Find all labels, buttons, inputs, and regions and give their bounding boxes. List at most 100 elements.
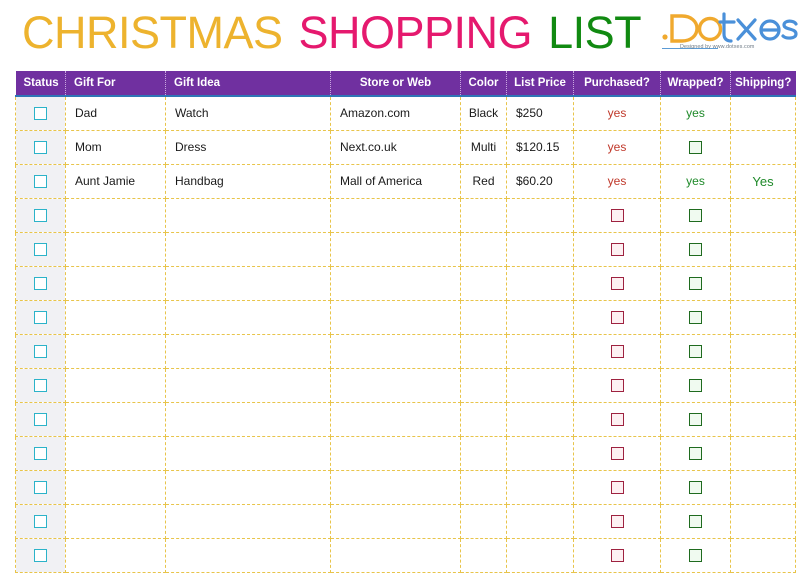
cell-store[interactable]: Amazon.com bbox=[330, 96, 461, 131]
cell-wrapped[interactable] bbox=[660, 232, 731, 267]
cell-purchased[interactable] bbox=[573, 300, 661, 335]
cell-color[interactable] bbox=[460, 266, 507, 301]
cell-status[interactable] bbox=[15, 300, 66, 335]
cell-color[interactable] bbox=[460, 504, 507, 539]
wrapped-checkbox[interactable] bbox=[689, 379, 702, 393]
cell-list-price[interactable] bbox=[506, 504, 574, 539]
wrapped-checkbox[interactable] bbox=[689, 243, 702, 257]
cell-wrapped[interactable] bbox=[660, 368, 731, 403]
cell-status[interactable] bbox=[15, 504, 66, 539]
cell-color[interactable] bbox=[460, 232, 507, 267]
cell-gift-for[interactable] bbox=[65, 334, 166, 369]
cell-store[interactable] bbox=[330, 266, 461, 301]
cell-wrapped[interactable]: yes bbox=[660, 164, 731, 199]
purchased-checkbox[interactable] bbox=[610, 481, 624, 495]
cell-list-price[interactable] bbox=[506, 300, 574, 335]
cell-purchased[interactable]: yes bbox=[573, 96, 661, 131]
cell-purchased[interactable] bbox=[573, 538, 661, 573]
cell-gift-idea[interactable] bbox=[165, 266, 331, 301]
cell-gift-idea[interactable] bbox=[165, 470, 331, 505]
cell-purchased[interactable] bbox=[573, 402, 661, 437]
cell-color[interactable] bbox=[460, 436, 507, 471]
cell-list-price[interactable] bbox=[506, 266, 574, 301]
cell-gift-for[interactable]: Aunt Jamie bbox=[65, 164, 166, 199]
cell-purchased[interactable] bbox=[573, 436, 661, 471]
column-header-store-or-web[interactable]: Store or Web bbox=[330, 71, 461, 97]
purchased-checkbox[interactable] bbox=[610, 447, 624, 461]
wrapped-checkbox[interactable] bbox=[689, 345, 702, 359]
cell-gift-idea[interactable] bbox=[165, 232, 331, 267]
cell-color[interactable]: Black bbox=[460, 96, 507, 131]
column-header-purchased[interactable]: Purchased? bbox=[573, 71, 661, 97]
cell-store[interactable] bbox=[330, 232, 461, 267]
purchased-checkbox[interactable] bbox=[610, 209, 624, 223]
cell-color[interactable] bbox=[460, 470, 507, 505]
cell-purchased[interactable] bbox=[573, 504, 661, 539]
cell-gift-idea[interactable] bbox=[165, 538, 331, 573]
column-header-status[interactable]: Status bbox=[15, 71, 66, 97]
cell-list-price[interactable] bbox=[506, 232, 574, 267]
cell-shipping[interactable] bbox=[730, 470, 796, 505]
cell-color[interactable] bbox=[460, 402, 507, 437]
cell-gift-idea[interactable]: Dress bbox=[165, 130, 331, 165]
cell-color[interactable] bbox=[460, 198, 507, 233]
column-header-gift-idea[interactable]: Gift Idea bbox=[165, 71, 331, 97]
cell-purchased[interactable]: yes bbox=[573, 164, 661, 199]
cell-gift-for[interactable] bbox=[65, 504, 166, 539]
cell-status[interactable] bbox=[15, 164, 66, 199]
wrapped-checkbox[interactable] bbox=[689, 481, 702, 495]
cell-shipping[interactable] bbox=[730, 368, 796, 403]
cell-wrapped[interactable]: yes bbox=[660, 96, 731, 131]
wrapped-checkbox[interactable] bbox=[689, 549, 702, 563]
purchased-checkbox[interactable] bbox=[610, 243, 624, 257]
cell-gift-for[interactable] bbox=[65, 198, 166, 233]
wrapped-checkbox[interactable] bbox=[689, 311, 702, 325]
status-checkbox[interactable] bbox=[34, 481, 47, 495]
cell-gift-for[interactable] bbox=[65, 470, 166, 505]
cell-list-price[interactable] bbox=[506, 368, 574, 403]
cell-store[interactable]: Next.co.uk bbox=[330, 130, 461, 165]
cell-list-price[interactable] bbox=[506, 334, 574, 369]
status-checkbox[interactable] bbox=[34, 345, 47, 359]
cell-color[interactable]: Multi bbox=[460, 130, 507, 165]
purchased-checkbox[interactable] bbox=[610, 277, 624, 291]
cell-store[interactable] bbox=[330, 470, 461, 505]
cell-gift-for[interactable]: Dad bbox=[65, 96, 166, 131]
cell-status[interactable] bbox=[15, 266, 66, 301]
status-checkbox[interactable] bbox=[34, 107, 47, 121]
cell-purchased[interactable] bbox=[573, 232, 661, 267]
cell-status[interactable] bbox=[15, 436, 66, 471]
cell-list-price[interactable] bbox=[506, 198, 574, 233]
cell-gift-idea[interactable] bbox=[165, 334, 331, 369]
cell-gift-for[interactable] bbox=[65, 266, 166, 301]
cell-shipping[interactable] bbox=[730, 198, 796, 233]
column-header-gift-for[interactable]: Gift For bbox=[65, 71, 166, 97]
status-checkbox[interactable] bbox=[34, 549, 47, 563]
cell-gift-for[interactable] bbox=[65, 232, 166, 267]
cell-gift-idea[interactable] bbox=[165, 402, 331, 437]
column-header-shipping[interactable]: Shipping? bbox=[730, 71, 796, 97]
wrapped-checkbox[interactable] bbox=[689, 141, 702, 155]
cell-status[interactable] bbox=[15, 470, 66, 505]
cell-list-price[interactable] bbox=[506, 538, 574, 573]
status-checkbox[interactable] bbox=[34, 209, 47, 223]
cell-gift-for[interactable] bbox=[65, 368, 166, 403]
cell-status[interactable] bbox=[15, 334, 66, 369]
cell-shipping[interactable] bbox=[730, 266, 796, 301]
cell-wrapped[interactable] bbox=[660, 198, 731, 233]
cell-shipping[interactable] bbox=[730, 300, 796, 335]
cell-gift-for[interactable] bbox=[65, 300, 166, 335]
cell-gift-for[interactable] bbox=[65, 436, 166, 471]
cell-wrapped[interactable] bbox=[660, 436, 731, 471]
cell-shipping[interactable]: Yes bbox=[730, 164, 796, 199]
cell-gift-for[interactable] bbox=[65, 402, 166, 437]
cell-list-price[interactable] bbox=[506, 470, 574, 505]
cell-shipping[interactable] bbox=[730, 130, 796, 165]
cell-wrapped[interactable] bbox=[660, 504, 731, 539]
wrapped-checkbox[interactable] bbox=[689, 209, 702, 223]
status-checkbox[interactable] bbox=[34, 141, 47, 155]
purchased-checkbox[interactable] bbox=[610, 345, 624, 359]
cell-store[interactable] bbox=[330, 198, 461, 233]
cell-wrapped[interactable] bbox=[660, 470, 731, 505]
status-checkbox[interactable] bbox=[34, 515, 47, 529]
